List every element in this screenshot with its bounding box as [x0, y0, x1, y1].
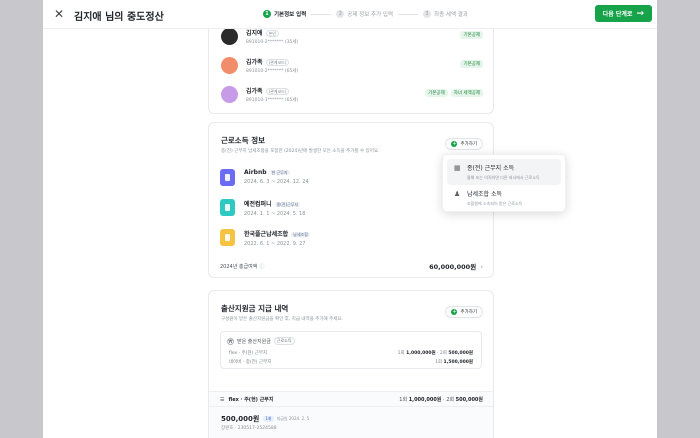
member-tag: 본인 — [265, 29, 279, 37]
job-name: 한국플근납세조합 — [244, 231, 289, 238]
member-name: 김가족 — [246, 88, 263, 95]
payment-source: flex · 주(현) 근무지 — [228, 397, 274, 403]
birth-support-card: 출산지원금 지급 내역 구성원이 받은 출산지원금을 확인 후, 지급 내역을 … — [208, 290, 494, 438]
info-icon[interactable]: ⓘ — [259, 264, 264, 270]
add-income-button[interactable]: + 추가하기 — [445, 138, 483, 150]
family-card: 김지애 본인 891010-2******* (35세) 기본공제 김가족 (관계코… — [208, 22, 494, 114]
plus-icon: + — [451, 309, 458, 315]
job-item[interactable]: Airbnb 현 근무지 2024. 6. 3 ~ 2024. 12. 24 — [220, 169, 309, 186]
job-name: Airbnb — [244, 169, 267, 176]
job-name: 예전컴퍼니 — [244, 201, 272, 208]
arrow-right-icon: → — [636, 8, 644, 19]
job-date: 2024. 6. 3 ~ 2024. 12. 24 — [244, 179, 309, 185]
job-item[interactable]: 예전컴퍼니 종(전)근무지 2024. 1. 1 ~ 2024. 5. 18 — [220, 199, 305, 217]
member-id: 891010-2******* (65세) — [246, 69, 299, 74]
job-tag: 납세조합 — [291, 231, 310, 237]
support-row: flex · 주(현) 근무지 1회 1,000,000원 · 2회 500,0… — [229, 351, 473, 356]
member-id: 891010-1******* (65세) — [246, 98, 299, 103]
avatar — [221, 86, 238, 103]
avatar — [221, 28, 238, 45]
step-2: 2 공제 정보 추가 입력 — [336, 10, 393, 18]
income-title: 근로소득 정보 — [221, 136, 266, 145]
job-date: 2024. 1. 1 ~ 2024. 5. 18 — [244, 211, 306, 217]
member-name: 김가족 — [246, 59, 263, 66]
close-icon[interactable]: ✕ — [54, 7, 64, 21]
payment-amount: 500,000원 — [221, 415, 260, 423]
member-name: 김지애 — [246, 30, 263, 37]
plus-icon: + — [451, 141, 458, 147]
member-tag: (관계코드) — [265, 58, 290, 66]
member-tag: (관계코드) — [265, 87, 290, 95]
box-tag: 근로소득 — [273, 337, 295, 345]
income-desc: 종(전) 근무지 납세조합을 포함한 (2024)년에 발생한 모든 소득을 추… — [221, 149, 380, 154]
deduction-chip: 기본공제 — [460, 60, 483, 68]
job-item[interactable]: 한국플근납세조합 납세조합 2022. 6. 1 ~ 2022. 9. 27 — [220, 229, 310, 247]
deduction-chip: 자녀 세액공제 — [450, 89, 483, 97]
building-icon — [220, 199, 235, 216]
modal-frame: 김지애 본인 891010-2******* (35세) 기본공제 김가족 (관계코… — [43, 0, 657, 438]
deduction-chip: 기본공제 — [425, 89, 448, 97]
header: ✕ 김지애 님의 중도정산 1 기본정보 입력 2 공제 정보 추가 입력 3 최종 … — [43, 0, 657, 29]
birth-title: 출산지원금 지급 내역 — [221, 304, 289, 313]
box-title: 받은 출산지원금 — [237, 338, 271, 345]
add-birth-button[interactable]: + 추가하기 — [445, 306, 483, 318]
dropdown-item-tax-union[interactable]: ♟ 납세조합 소득 조합원에 소속되어 받은 근로소득 — [447, 185, 561, 211]
building-icon — [220, 229, 235, 246]
add-income-dropdown: ▦ 종(전) 근무지 소득 올해 또는 이직하면 다른 회사에서 근로소득 ♟ … — [442, 154, 566, 212]
deduction-chip: 기본공제 — [460, 31, 483, 39]
avatar — [221, 57, 238, 74]
family-member[interactable]: 김가족 (관계코드) 891010-1******* (65세) — [221, 86, 298, 103]
chevron-right-icon: › — [480, 263, 483, 271]
support-row: 네이버 · 종(전) 근무지 1회 1,500,000원 — [229, 360, 473, 365]
next-step-button[interactable]: 다음 단계로 → — [594, 5, 652, 22]
total-salary-row[interactable]: 2024년 총급여액 ⓘ 60,000,000원 › — [220, 261, 483, 271]
job-tag: 현 근무지 — [269, 169, 290, 175]
stepper: 1 기본정보 입력 2 공제 정보 추가 입력 3 최종 세액 결과 — [263, 10, 468, 18]
job-tag: 종(전)근무지 — [274, 201, 301, 207]
step-3: 3 최종 세액 결과 — [423, 10, 468, 18]
dropdown-item-prev-workplace[interactable]: ▦ 종(전) 근무지 소득 올해 또는 이직하면 다른 회사에서 근로소득 — [447, 159, 561, 185]
family-member[interactable]: 김지애 본인 891010-2******* (35세) — [221, 28, 298, 45]
job-date: 2022. 6. 1 ~ 2022. 9. 27 — [244, 241, 306, 247]
family-member[interactable]: 김가족 (관계코드) 891010-2******* (65세) — [221, 57, 298, 74]
page-title: 김지애 님의 중도정산 — [74, 12, 164, 23]
payment-date: 지급일 2024. 2. 5 — [276, 416, 310, 421]
menu-icon: ☰ — [220, 397, 225, 403]
payment-count: 1회 — [263, 416, 274, 422]
total-label: 2024년 총급여액 — [220, 263, 258, 270]
birth-desc: 구성원이 받은 출산지원금을 확인 후, 지급 내역을 추가해 주세요. — [221, 317, 343, 322]
step-1: 1 기본정보 입력 — [263, 10, 306, 18]
received-support-box: ₩ 받은 출산지원금 근로소득 flex · 주(현) 근무지 1회 1,000… — [220, 331, 482, 369]
won-icon: ₩ — [227, 337, 234, 345]
payment-detail: ☰ flex · 주(현) 근무지 1회 1,000,000원 · 2회 500,… — [209, 391, 493, 438]
member-id: 891010-2******* (35세) — [246, 40, 299, 45]
building-icon — [220, 169, 235, 186]
payment-account: 장원호 · 230517-2524588 — [221, 426, 277, 431]
building-icon: ▦ — [454, 164, 461, 172]
group-icon: ♟ — [454, 190, 461, 198]
total-value: 60,000,000원 — [429, 263, 477, 271]
